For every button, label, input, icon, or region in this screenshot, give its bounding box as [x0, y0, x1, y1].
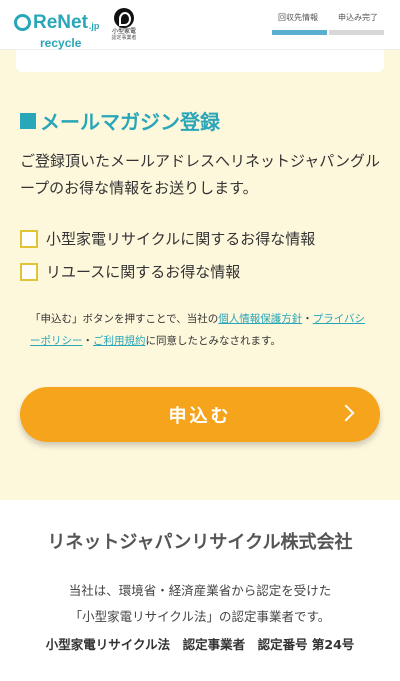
- option-reuse-label: リユースに関するお得な情報: [46, 263, 241, 281]
- certification-mark: 小型家電 認定事業者: [108, 8, 140, 44]
- certification-number: 小型家電リサイクル法 認定事業者 認定番号 第24号: [45, 637, 355, 652]
- logo-sub: recycle: [40, 36, 82, 50]
- privacy-protection-link[interactable]: 個人情報保護方針: [218, 313, 302, 325]
- form-card-bottom: [16, 50, 384, 72]
- option-small-appliance-label: 小型家電リサイクルに関するお得な情報: [46, 230, 316, 248]
- option-reuse[interactable]: リユースに関するお得な情報: [20, 255, 315, 288]
- mark-line1: 小型家電: [111, 28, 136, 35]
- footer: リネットジャパンリサイクル株式会社 当社は、環境省・経済産業省から認定を受けた …: [0, 500, 400, 681]
- newsletter-description: ご登録頂いたメールアドレスへリネットジャパングループのお得な情報をお送りします。: [20, 152, 381, 197]
- logo-ring-icon: [14, 14, 31, 31]
- logo-jp: .jp: [88, 21, 100, 31]
- step-label-collection: 回収先情報: [278, 13, 318, 22]
- agreement-note: 「申込む」ボタンを押すことで、当社の個人情報保護方針・プライバシーポリシー・ご利…: [30, 308, 375, 352]
- submit-button[interactable]: 申込む: [20, 387, 380, 442]
- logo-wordmark: ReNet .jp: [14, 9, 104, 36]
- certification-text-1: 当社は、環境省・経済産業省から認定を受けた: [68, 583, 332, 598]
- chevron-right-icon: [337, 404, 355, 422]
- company-name: リネットジャパンリサイクル株式会社: [47, 532, 353, 553]
- note-prefix: 「申込む」ボタンを押すことで、当社の: [30, 313, 219, 325]
- option-small-appliance[interactable]: 小型家電リサイクルに関するお得な情報: [20, 222, 315, 255]
- note-sep1: ・: [302, 313, 313, 325]
- step-label-complete: 申込み完了: [338, 13, 378, 22]
- note-suffix: に同意したとみなされます。: [145, 335, 281, 347]
- note-sep2: ・: [82, 335, 94, 347]
- step-bar-collection: [272, 30, 327, 35]
- certification-text-2: 「小型家電リサイクル法」の認定事業者です。: [69, 609, 331, 624]
- title-square-icon: [20, 112, 36, 129]
- newsletter-options: 小型家電リサイクルに関するお得な情報 リユースに関するお得な情報: [20, 222, 315, 288]
- option-reuse-checkbox[interactable]: [20, 262, 38, 281]
- certification-mark-icon: [114, 8, 134, 28]
- step-bar-complete: [329, 30, 384, 35]
- terms-link[interactable]: ご利用規約: [93, 335, 146, 347]
- newsletter-title: メールマガジン登録: [20, 106, 220, 135]
- newsletter-title-text: メールマガジン登録: [40, 110, 220, 134]
- submit-button-label: 申込む: [168, 405, 232, 427]
- logo-text: ReNet: [33, 11, 88, 33]
- renet-logo[interactable]: ReNet .jp recycle: [14, 9, 104, 50]
- option-small-appliance-checkbox[interactable]: [20, 229, 38, 248]
- mark-line2: 認定事業者: [111, 35, 137, 41]
- progress-steps: 回収先情報 申込み完了: [272, 12, 384, 35]
- header: ReNet .jp recycle 小型家電 認定事業者 回収先情報 申込み完了: [0, 0, 400, 50]
